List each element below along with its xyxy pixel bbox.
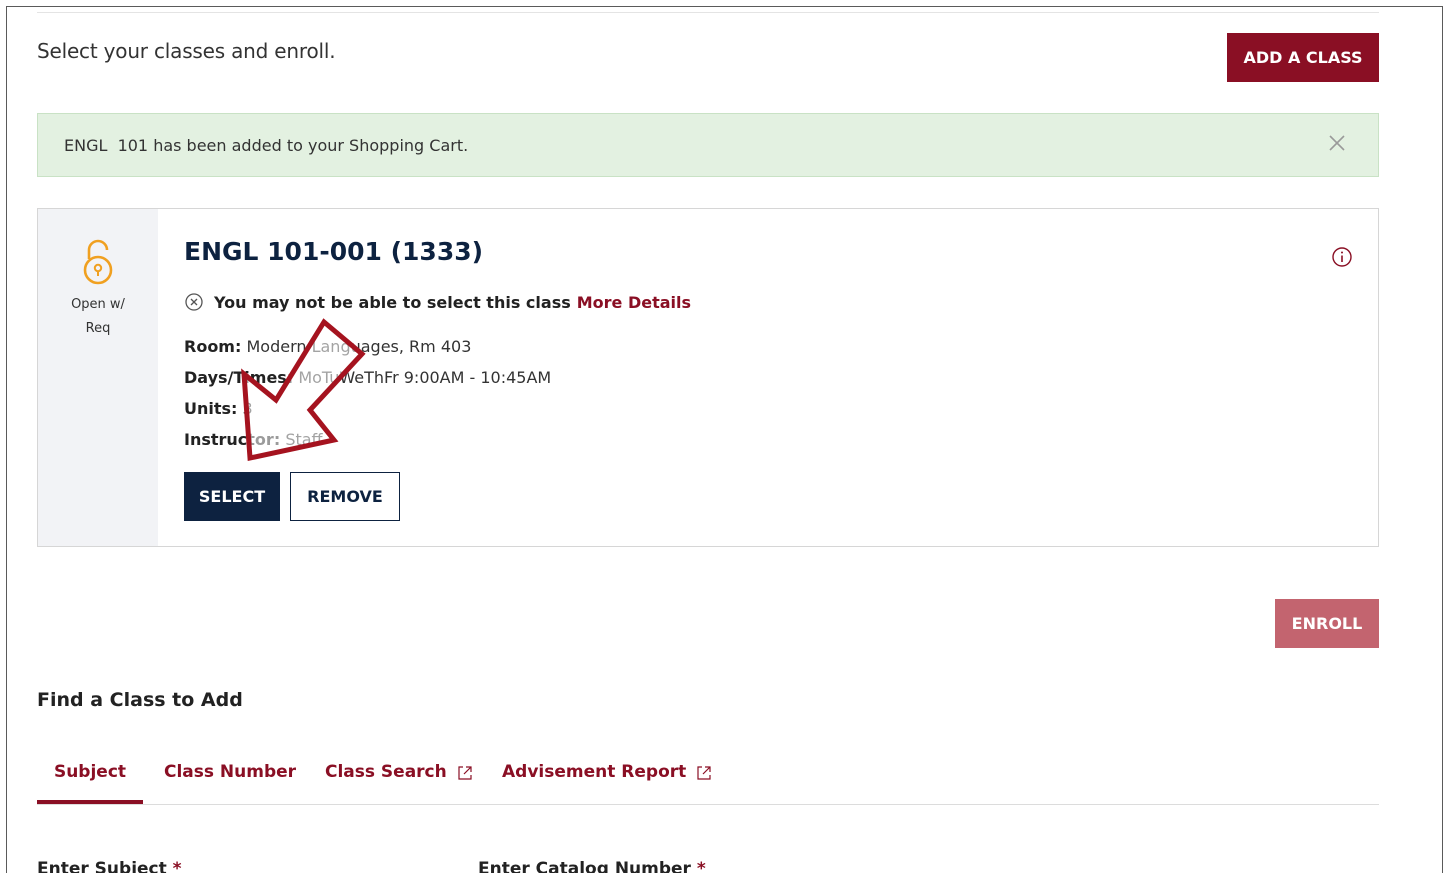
circle-x-icon	[185, 293, 203, 311]
class-card: Open w/ Req ENGL 101-001 (1333) You may …	[37, 208, 1379, 547]
room-label: Room:	[184, 337, 242, 356]
more-details-link[interactable]: More Details	[577, 293, 691, 312]
tab-advisement-report[interactable]: Advisement Report	[502, 750, 712, 804]
days-times-value: MoTuWeThFr 9:00AM - 10:45AM	[298, 368, 552, 387]
page-instructions: Select your classes and enroll.	[37, 39, 336, 63]
room-row: Room: Modern Languages, Rm 403	[184, 331, 551, 362]
tab-subject[interactable]: Subject	[37, 750, 143, 804]
find-class-tabs: Subject Class Number Class Search Advise…	[37, 750, 1379, 805]
add-class-button[interactable]: ADD A CLASS	[1227, 33, 1379, 82]
instructor-value: Staff	[285, 430, 323, 449]
close-icon	[1329, 135, 1345, 151]
success-alert: ENGL 101 has been added to your Shopping…	[37, 113, 1379, 177]
instructor-row: Instructor: Staff	[184, 424, 551, 455]
catalog-label-text: Enter Catalog Number	[478, 859, 691, 873]
remove-button[interactable]: REMOVE	[290, 472, 400, 521]
days-times-row: Days/Times: MoTuWeThFr 9:00AM - 10:45AM	[184, 362, 551, 393]
status-line-1: Open w/	[71, 297, 125, 312]
units-value: 3	[242, 399, 253, 418]
alert-close-button[interactable]	[1322, 128, 1352, 158]
tab-class-search[interactable]: Class Search	[325, 750, 473, 804]
status-line-2: Req	[85, 321, 111, 336]
days-times-label: Days/Times:	[184, 368, 294, 387]
instructor-label: Instructor:	[184, 430, 281, 449]
external-link-icon	[458, 766, 472, 780]
subject-field-label: Enter Subject *	[37, 859, 182, 873]
class-title: ENGL 101-001 (1333)	[184, 237, 484, 266]
alert-message: ENGL 101 has been added to your Shopping…	[64, 136, 469, 155]
external-link-icon	[697, 766, 711, 780]
room-value: Modern Languages, Rm 403	[246, 337, 472, 356]
class-warning: You may not be able to select this class…	[184, 292, 691, 312]
subject-label-text: Enter Subject	[37, 859, 167, 873]
tab-subject-label: Subject	[53, 762, 127, 782]
units-label: Units:	[184, 399, 238, 418]
class-status-panel: Open w/ Req	[38, 209, 158, 546]
select-button[interactable]: SELECT	[184, 472, 280, 521]
required-mark: *	[172, 859, 182, 873]
find-class-heading: Find a Class to Add	[37, 689, 243, 711]
enroll-button[interactable]: ENROLL	[1275, 599, 1379, 648]
class-details: Room: Modern Languages, Rm 403 Days/Time…	[184, 331, 551, 455]
info-icon[interactable]	[1331, 246, 1353, 268]
unlocked-padlock-icon	[83, 239, 113, 285]
class-status-label: Open w/ Req	[38, 293, 158, 341]
tab-class-number-label: Class Number	[164, 762, 297, 782]
tab-class-search-label: Class Search	[325, 762, 447, 782]
catalog-field-label: Enter Catalog Number *	[478, 859, 706, 873]
tab-advisement-report-label: Advisement Report	[502, 762, 687, 782]
warning-text: You may not be able to select this class	[214, 292, 571, 312]
units-row: Units: 3	[184, 393, 551, 424]
tab-class-number[interactable]: Class Number	[164, 750, 296, 804]
top-divider	[37, 12, 1379, 13]
required-mark: *	[696, 859, 706, 873]
